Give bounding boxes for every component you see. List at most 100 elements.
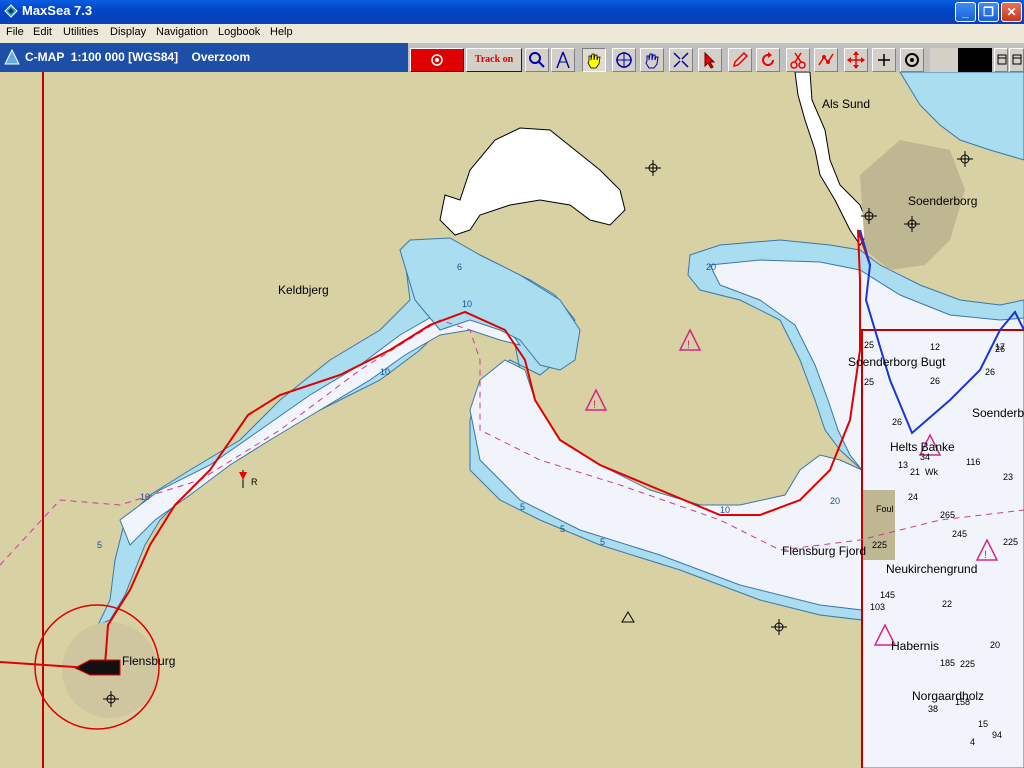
place-flensburg-fjord: Flensburg Fjord [782, 544, 866, 558]
route-button[interactable] [814, 48, 838, 72]
sounding: 12 [930, 342, 940, 352]
place-norgaardholz: Norgaardholz [912, 689, 984, 703]
pan-hand-button[interactable] [582, 48, 606, 72]
sounding: 24 [908, 492, 918, 502]
sounding: 38 [928, 704, 938, 714]
fit-button[interactable] [669, 48, 693, 72]
menu-display[interactable]: Display [110, 26, 146, 38]
menu-logbook[interactable]: Logbook [218, 26, 260, 38]
contour-label: 10 [140, 492, 150, 502]
target-button[interactable] [900, 48, 924, 72]
foul-label: Foul [876, 504, 894, 514]
sounding: 22 [942, 599, 952, 609]
menu-edit[interactable]: Edit [33, 26, 52, 38]
compass-divider-button[interactable] [551, 48, 575, 72]
place-soenderb: Soenderb [972, 406, 1024, 420]
zoom-button[interactable] [525, 48, 549, 72]
contour-label: 6 [457, 262, 462, 272]
menu-navigation[interactable]: Navigation [156, 26, 208, 38]
chart-app-icon [4, 49, 20, 65]
sounding: 245 [952, 529, 967, 539]
contour-label: 5 [560, 524, 565, 534]
contour-label: 20 [706, 262, 716, 272]
svg-text:!: ! [984, 549, 987, 561]
sounding: 103 [870, 602, 885, 612]
window-title: MaxSea 7.3 [22, 3, 93, 18]
close-button[interactable]: ✕ [1001, 2, 1022, 22]
route-icon [818, 53, 834, 66]
sounding: 25 [864, 377, 874, 387]
arrows-in-icon [673, 52, 689, 68]
svg-text:!: ! [593, 399, 596, 411]
record-button[interactable] [410, 48, 464, 72]
panel-icon [997, 54, 1007, 65]
select-button[interactable] [698, 48, 722, 72]
rotate-icon [762, 52, 774, 66]
pencil-icon [732, 51, 749, 68]
sounding: 4 [970, 737, 975, 747]
sounding: 94 [992, 730, 1002, 740]
sounding: 225 [960, 659, 975, 669]
sounding: 145 [880, 590, 895, 600]
grab-button[interactable] [640, 48, 664, 72]
menu-bar: File Edit Utilities Display Navigation L… [0, 24, 1024, 43]
add-mark-button[interactable] [872, 48, 896, 72]
sounding: 21 [910, 467, 920, 477]
sounding: 265 [940, 510, 955, 520]
chart-view[interactable]: ! ! ! 10 10 10 10 5 5 5 5 6 20 20 25 12 … [0, 72, 1024, 768]
arrow-pointer-icon [704, 51, 716, 69]
divider-icon [556, 51, 570, 69]
rotate-button[interactable] [756, 48, 780, 72]
buoy-label: R [251, 477, 258, 487]
sounding: 17 [995, 342, 1005, 352]
sounding: 116 [966, 457, 980, 467]
panel-icon [1012, 54, 1022, 65]
sounding: 25 [864, 340, 874, 350]
chart-scale-label: C-MAP 1:100 000 [WGS84] Overzoom [25, 50, 251, 64]
title-bar: MaxSea 7.3 _ ❐ ✕ [0, 0, 1024, 24]
move-arrows-icon [847, 51, 865, 69]
toolbar: Track on [408, 43, 1024, 73]
move-button[interactable] [844, 48, 868, 72]
minimize-button[interactable]: _ [955, 2, 976, 22]
center-button[interactable] [612, 48, 636, 72]
sounding: 225 [1003, 537, 1018, 547]
sounding: 26 [930, 376, 940, 386]
contour-label: 10 [380, 367, 390, 377]
sounding: 23 [1003, 472, 1013, 482]
sounding: 26 [892, 417, 902, 427]
menu-file[interactable]: File [6, 26, 24, 38]
wreck-label: Wk [925, 467, 938, 477]
contour-label: 5 [600, 537, 605, 547]
toolbar-black-panel [958, 48, 992, 72]
contour-label: 10 [720, 505, 730, 515]
place-keldbjerg: Keldbjerg [278, 283, 329, 297]
scissors-icon [790, 52, 806, 69]
panel-toggle-button-2[interactable] [1009, 48, 1024, 72]
panel-toggle-button[interactable] [994, 48, 1008, 72]
sounding: 15 [978, 719, 988, 729]
chart-info-bar: C-MAP 1:100 000 [WGS84] Overzoom [0, 43, 408, 72]
place-soenderborg: Soenderborg [908, 194, 977, 208]
magnifier-icon [529, 52, 545, 68]
place-neukirchengrund: Neukirchengrund [886, 562, 977, 576]
track-on-button[interactable]: Track on [466, 48, 522, 72]
menu-help[interactable]: Help [270, 26, 293, 38]
place-als-sund: Als Sund [822, 97, 870, 111]
pencil-button[interactable] [728, 48, 752, 72]
maximize-button[interactable]: ❐ [978, 2, 999, 22]
contour-label: 10 [462, 299, 472, 309]
app-icon [4, 4, 18, 18]
menu-utilities[interactable]: Utilities [63, 26, 98, 38]
scissors-button[interactable] [786, 48, 810, 72]
grab-hand-icon [645, 53, 659, 69]
sounding: 26 [985, 367, 995, 377]
place-helts-banke: Helts Banke [890, 440, 955, 454]
record-icon [431, 54, 443, 66]
crosshair-circle-icon [616, 52, 632, 68]
toolbar-spacer [930, 48, 958, 72]
svg-text:!: ! [687, 339, 690, 351]
place-habernis: Habernis [891, 639, 939, 653]
contour-label: 20 [830, 496, 840, 506]
place-flensburg: Flensburg [122, 654, 175, 668]
